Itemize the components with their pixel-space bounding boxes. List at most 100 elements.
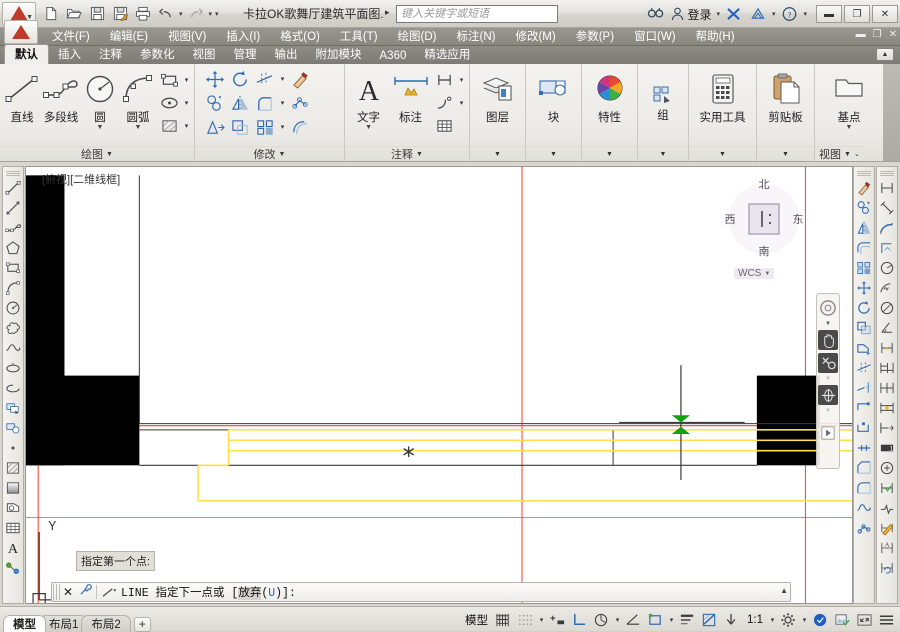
tab-default[interactable]: 默认 xyxy=(4,44,49,64)
osnap-dropdown-icon[interactable]: ▾ xyxy=(667,616,676,624)
add-selected-tool-icon[interactable] xyxy=(3,558,23,578)
table-icon[interactable] xyxy=(432,115,456,137)
menu-item-format[interactable]: 格式(O) xyxy=(270,28,330,46)
tab-addins[interactable]: 附加模块 xyxy=(307,45,371,64)
inspect-tool-icon[interactable] xyxy=(877,478,897,498)
menu-item-help[interactable]: 帮助(H) xyxy=(686,28,745,46)
join-tool-icon[interactable] xyxy=(854,438,874,458)
menu-item-window[interactable]: 窗口(W) xyxy=(624,28,686,46)
viewport-label[interactable]: [俯视][二维线框] xyxy=(42,171,120,187)
ortho-mode-icon[interactable] xyxy=(569,610,590,630)
rotate-tool-icon[interactable] xyxy=(854,298,874,318)
snap-dropdown-icon[interactable]: ▾ xyxy=(537,616,546,624)
menu-item-file[interactable]: 文件(F) xyxy=(42,28,100,46)
dim-linear-tool-icon[interactable] xyxy=(877,178,897,198)
stretch-icon[interactable] xyxy=(203,116,227,138)
dim-ordinate-tool-icon[interactable] xyxy=(877,238,897,258)
save-as-button[interactable] xyxy=(109,3,131,25)
pan-icon[interactable] xyxy=(818,330,838,350)
panel-clipboard-expand[interactable]: ▼ xyxy=(757,146,814,161)
ellipse-arc-tool-icon[interactable] xyxy=(3,378,23,398)
object-snap-icon[interactable] xyxy=(623,610,644,630)
layout-tab-layout2[interactable]: 布局2 xyxy=(81,614,131,632)
explode-icon[interactable] xyxy=(288,92,312,114)
signin-dropdown-icon[interactable]: ▾ xyxy=(715,10,721,18)
tab-featured-apps[interactable]: 精选应用 xyxy=(415,45,479,64)
document-list-icon[interactable]: ▸ xyxy=(385,7,390,18)
hatch-dropdown-icon[interactable]: ▾ xyxy=(182,122,191,130)
tab-output[interactable]: 输出 xyxy=(266,45,307,64)
explode-tool-icon[interactable] xyxy=(854,518,874,538)
search-input[interactable]: 键入关键字或短语 xyxy=(396,5,558,23)
help-icon[interactable]: ? xyxy=(778,3,800,25)
stretch-tool-icon[interactable] xyxy=(854,338,874,358)
zoom-dropdown-icon[interactable]: ▼ xyxy=(825,376,831,382)
dim-diameter-tool-icon[interactable] xyxy=(877,298,897,318)
sign-in-button[interactable]: 登录 xyxy=(669,6,713,23)
model-space-button[interactable]: 模型 xyxy=(461,610,492,630)
circle-tool-icon[interactable] xyxy=(3,298,23,318)
toolbar-grip[interactable] xyxy=(857,171,871,176)
orbit-dropdown-icon[interactable]: ▼ xyxy=(825,408,831,414)
dim-baseline-tool-icon[interactable] xyxy=(877,358,897,378)
trim-dropdown-icon[interactable]: ▾ xyxy=(278,75,287,83)
trim-tool-icon[interactable] xyxy=(854,358,874,378)
polar-dropdown-icon[interactable]: ▾ xyxy=(613,616,622,624)
command-settings-icon[interactable] xyxy=(76,584,94,600)
dim-radius-tool-icon[interactable] xyxy=(877,258,897,278)
array-tool-icon[interactable] xyxy=(854,258,874,278)
redo-dropdown-icon[interactable]: ▾ xyxy=(208,10,214,18)
spline-tool-icon[interactable] xyxy=(3,338,23,358)
text-dropdown-icon[interactable]: ▼ xyxy=(365,124,372,131)
minimize-button[interactable]: ▬ xyxy=(816,5,842,23)
chevron-down-icon[interactable]: ▼ xyxy=(106,151,113,158)
dim-aligned-tool-icon[interactable] xyxy=(877,198,897,218)
drawing-canvas[interactable]: [俯视][二维线框] Y 北 南 西 东 WCS ▼ ▼ ▼ ▼ 指定第一个点: xyxy=(25,166,853,604)
panel-group-expand[interactable]: ▼ xyxy=(638,146,688,161)
plot-button[interactable] xyxy=(132,3,154,25)
close-button[interactable]: ✕ xyxy=(872,5,898,23)
menu-item-dimension[interactable]: 标注(N) xyxy=(447,28,506,46)
a360-dropdown-icon[interactable]: ▾ xyxy=(771,10,777,18)
chevron-down-icon[interactable]: ▼ xyxy=(844,151,851,158)
drawing-area[interactable]: [俯视][二维线框] Y 北 南 西 东 WCS ▼ ▼ ▼ ▼ 指定第一个点:… xyxy=(25,166,853,604)
command-history-icon[interactable]: ▲ xyxy=(780,586,788,595)
annotation-dimension-button[interactable]: 标注 xyxy=(389,68,432,127)
move-icon[interactable] xyxy=(203,68,227,90)
tab-view[interactable]: 视图 xyxy=(184,45,225,64)
multiline-text-tool-icon[interactable]: A xyxy=(3,538,23,558)
draw-arc-button[interactable]: 圆弧 ▼ xyxy=(119,68,157,133)
group-button[interactable]: 组 xyxy=(641,82,685,125)
tab-insert[interactable]: 插入 xyxy=(49,45,90,64)
arc-tool-icon[interactable] xyxy=(3,278,23,298)
menu-item-insert[interactable]: 插入(I) xyxy=(216,28,270,46)
annotation-scale-dropdown-icon[interactable]: ▾ xyxy=(768,616,777,624)
grid-display-icon[interactable] xyxy=(493,610,514,630)
break-at-point-tool-icon[interactable] xyxy=(854,418,874,438)
rectangle-dropdown-icon[interactable]: ▾ xyxy=(182,76,191,84)
workspace-dropdown-icon[interactable]: ▾ xyxy=(800,616,809,624)
line-tool-icon[interactable] xyxy=(3,178,23,198)
scale-tool-icon[interactable] xyxy=(854,318,874,338)
chevron-down-icon[interactable]: ▼ xyxy=(279,151,286,158)
new-file-button[interactable] xyxy=(40,3,62,25)
dim-style-tool-icon[interactable]: A xyxy=(877,538,897,558)
move-tool-icon[interactable] xyxy=(854,278,874,298)
polar-tracking-icon[interactable] xyxy=(591,610,612,630)
draw-polyline-button[interactable]: 多段线 xyxy=(41,68,81,127)
array-icon[interactable] xyxy=(253,116,277,138)
gradient-tool-icon[interactable] xyxy=(3,478,23,498)
panel-expand-icon[interactable]: ⌄ xyxy=(854,150,860,158)
annotation-scale-button[interactable]: 1:1 xyxy=(743,610,767,630)
chamfer-tool-icon[interactable] xyxy=(854,458,874,478)
tab-manage[interactable]: 管理 xyxy=(225,45,266,64)
rotate-icon[interactable] xyxy=(228,68,252,90)
draw-circle-button[interactable]: 圆 ▼ xyxy=(81,68,119,133)
menu-item-tools[interactable]: 工具(T) xyxy=(330,28,388,46)
dim-angular-tool-icon[interactable] xyxy=(877,318,897,338)
panel-block-expand[interactable]: ▼ xyxy=(526,146,581,161)
center-mark-tool-icon[interactable] xyxy=(877,458,897,478)
mirror-icon[interactable] xyxy=(228,92,252,114)
doc-restore-button[interactable]: ❐ xyxy=(873,29,882,40)
dim-linear-icon[interactable] xyxy=(432,69,456,91)
